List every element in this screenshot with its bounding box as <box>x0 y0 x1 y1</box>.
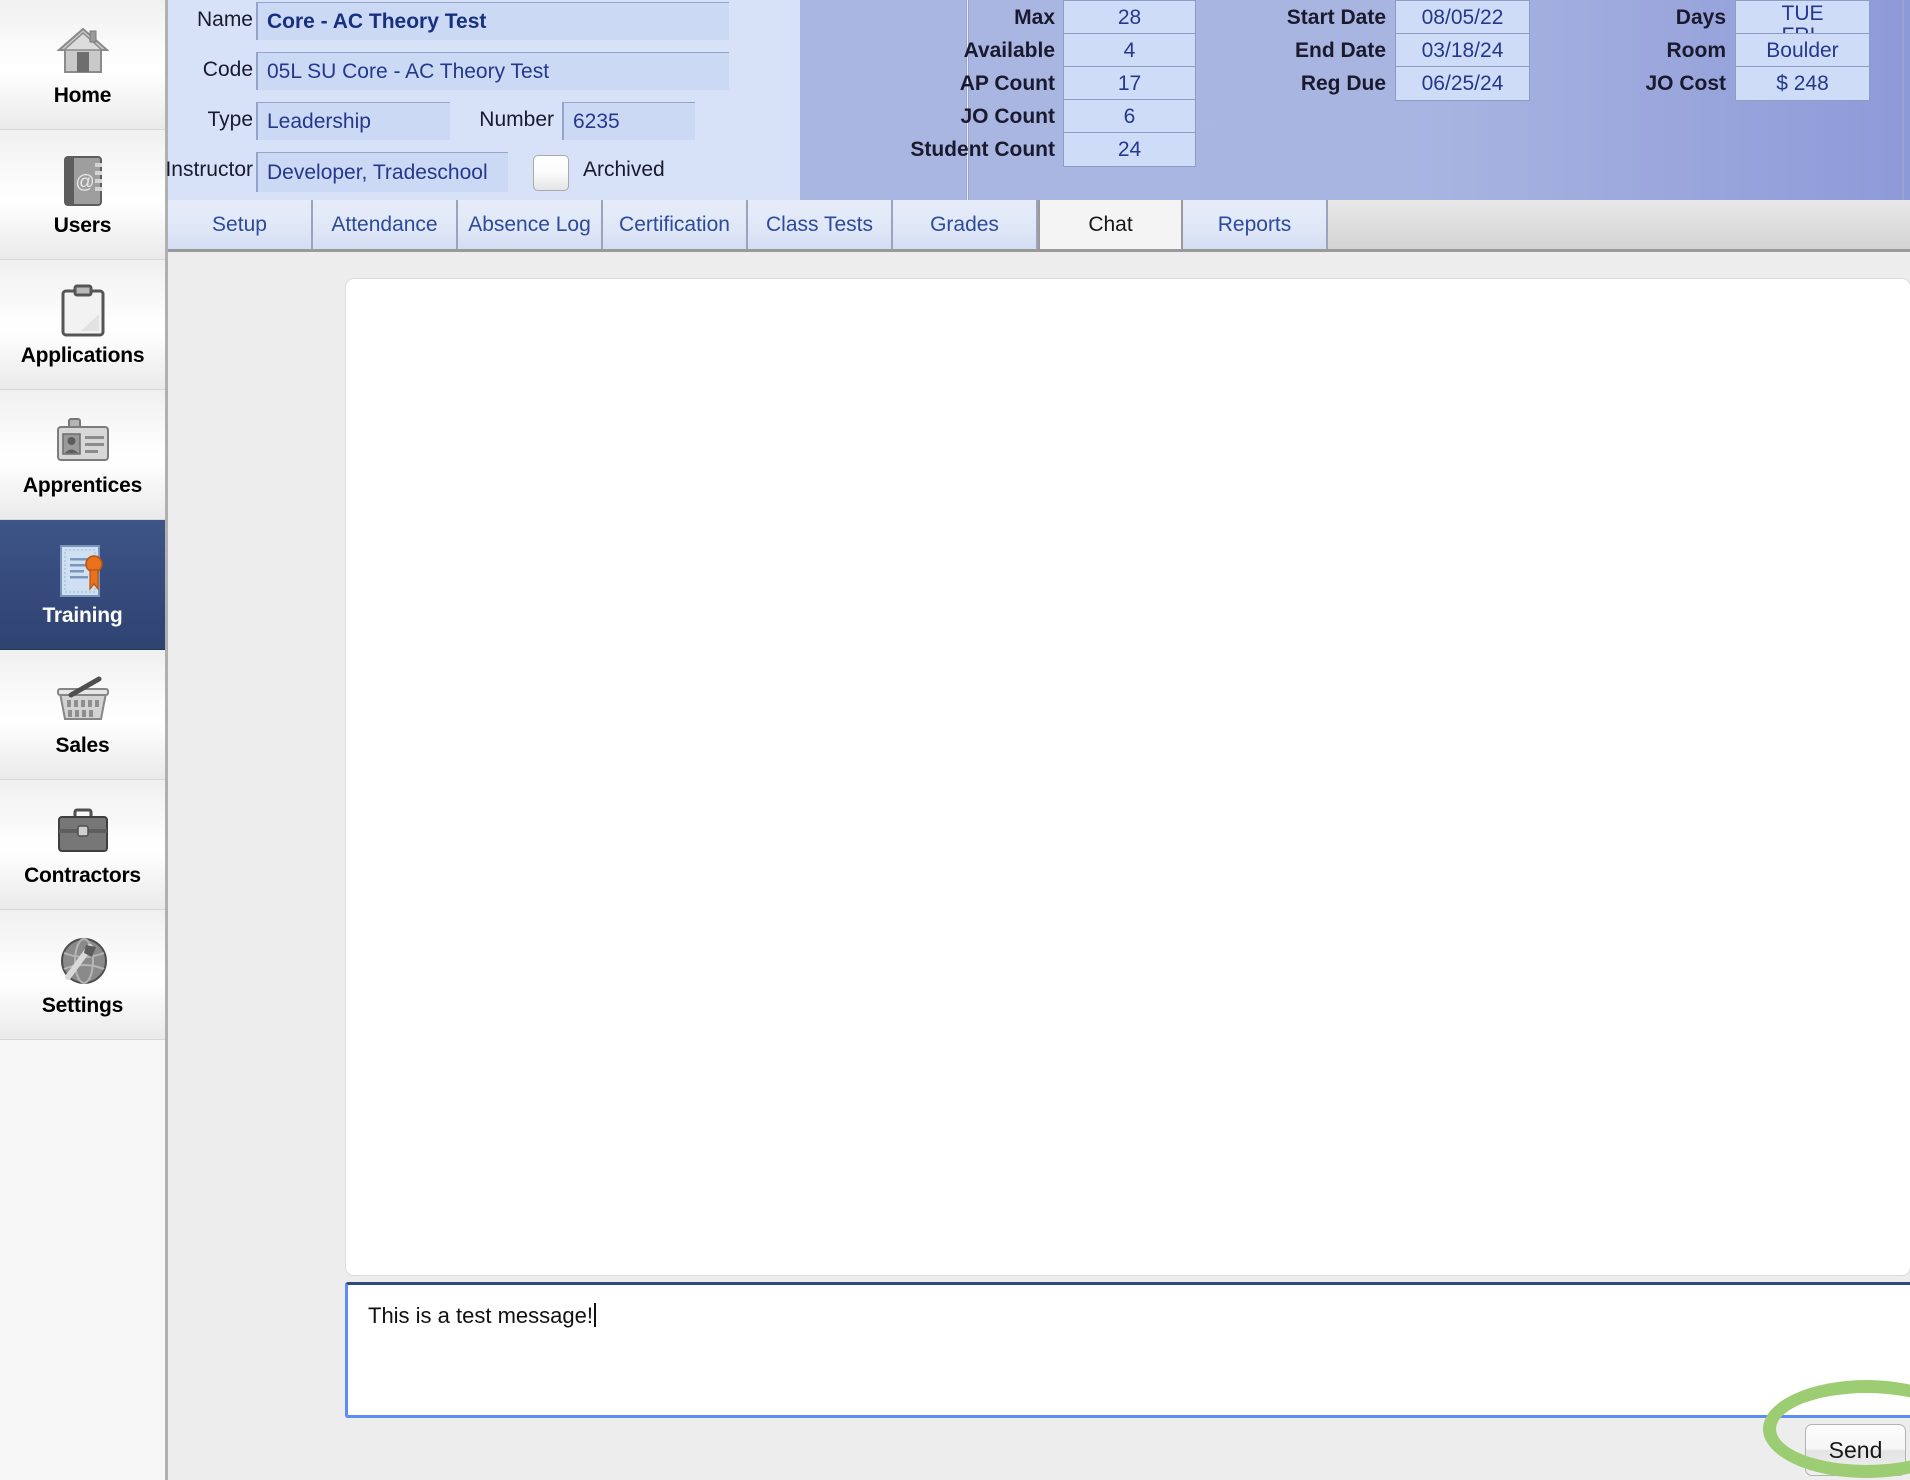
address-book-icon: @ <box>55 152 111 210</box>
end-date-value[interactable]: 03/18/24 <box>1395 33 1530 68</box>
number-label: Number <box>479 108 554 131</box>
tab-absence-log[interactable]: Absence Log <box>458 200 603 249</box>
archived-checkbox[interactable] <box>533 155 569 191</box>
tab-label: Chat <box>1088 212 1133 236</box>
instructor-label: Instructor <box>165 158 253 181</box>
max-value[interactable]: 28 <box>1063 0 1196 35</box>
code-field[interactable]: 05L SU Core - AC Theory Test <box>256 52 729 90</box>
tab-chat[interactable]: Chat <box>1038 200 1183 249</box>
type-field[interactable]: Leadership <box>256 102 450 140</box>
instructor-field[interactable]: Developer, Tradeschool <box>256 152 508 192</box>
chat-message-list[interactable] <box>345 278 1910 1276</box>
available-label: Available <box>963 39 1055 62</box>
sidebar-item-label: Training <box>42 603 123 627</box>
jo-count-value[interactable]: 6 <box>1063 99 1196 134</box>
days-value[interactable]: TUE FRI <box>1735 0 1870 35</box>
student-count-label: Student Count <box>910 138 1055 161</box>
main-sidebar: Home @ Users Applications Apprentices Tr… <box>0 0 168 1480</box>
panel-right-edge <box>1902 0 1904 200</box>
available-value[interactable]: 4 <box>1063 33 1196 68</box>
name-label: Name <box>196 8 253 31</box>
panel-divider <box>966 0 969 200</box>
sidebar-item-label: Home <box>53 83 112 107</box>
svg-text:@: @ <box>75 172 94 193</box>
archived-label: Archived <box>583 158 665 181</box>
sidebar-item-settings[interactable]: Settings <box>0 910 165 1040</box>
certificate-icon <box>55 542 111 600</box>
tab-label: Absence Log <box>468 212 591 236</box>
text-cursor <box>593 1303 596 1327</box>
tab-label: Attendance <box>331 212 438 236</box>
course-header: Name Core - AC Theory Test Code 05L SU C… <box>165 0 1910 200</box>
room-label: Room <box>1666 39 1727 62</box>
type-label: Type <box>207 108 253 131</box>
reg-due-value[interactable]: 06/25/24 <box>1395 66 1530 101</box>
globe-wrench-icon <box>55 932 111 990</box>
sidebar-item-label: Users <box>53 213 112 237</box>
reg-due-label: Reg Due <box>1300 72 1386 95</box>
max-label: Max <box>1014 6 1055 29</box>
send-button[interactable]: Send <box>1805 1424 1906 1476</box>
tab-bar: Setup Attendance Absence Log Certificati… <box>168 200 1910 252</box>
house-icon <box>55 22 111 80</box>
ap-count-label: AP Count <box>959 72 1055 95</box>
number-field[interactable]: 6235 <box>562 102 695 140</box>
tab-class-tests[interactable]: Class Tests <box>748 200 893 249</box>
sidebar-item-home[interactable]: Home <box>0 0 165 130</box>
course-summary-panel: Max 28 Available 4 AP Count 17 JO Count … <box>800 0 1910 200</box>
sidebar-item-label: Apprentices <box>22 473 143 497</box>
start-date-label: Start Date <box>1286 6 1386 29</box>
tab-reports[interactable]: Reports <box>1183 200 1328 249</box>
jo-count-label: JO Count <box>960 105 1056 128</box>
tab-setup[interactable]: Setup <box>168 200 313 249</box>
ap-count-value[interactable]: 17 <box>1063 66 1196 101</box>
sidebar-item-sales[interactable]: Sales <box>0 650 165 780</box>
briefcase-icon <box>55 802 111 860</box>
send-button-label: Send <box>1828 1436 1883 1463</box>
chat-message-input-value: This is a test message! <box>368 1303 593 1328</box>
room-value[interactable]: Boulder <box>1735 33 1870 68</box>
tab-grades[interactable]: Grades <box>893 200 1038 249</box>
tab-bar-filler <box>1328 200 1910 249</box>
course-detail-panel: Name Core - AC Theory Test Code 05L SU C… <box>165 0 800 200</box>
tab-label: Setup <box>212 212 267 236</box>
end-date-label: End Date <box>1294 39 1386 62</box>
code-label: Code <box>202 58 253 81</box>
tab-attendance[interactable]: Attendance <box>313 200 458 249</box>
tab-label: Certification <box>619 212 730 236</box>
chat-panel: This is a test message! Send <box>168 252 1910 1480</box>
shopping-basket-icon <box>55 672 111 730</box>
tab-certification[interactable]: Certification <box>603 200 748 249</box>
sidebar-item-applications[interactable]: Applications <box>0 260 165 390</box>
sidebar-item-label: Sales <box>55 733 110 757</box>
start-date-value[interactable]: 08/05/22 <box>1395 0 1530 35</box>
jo-cost-label: JO Cost <box>1645 72 1726 95</box>
clipboard-icon <box>55 282 111 340</box>
sidebar-item-training[interactable]: Training <box>0 520 165 650</box>
chat-message-input[interactable]: This is a test message! <box>345 1282 1910 1418</box>
sidebar-item-label: Applications <box>20 343 145 367</box>
tab-label: Grades <box>930 212 999 236</box>
id-badge-icon <box>55 412 111 470</box>
application-window: Home @ Users Applications Apprentices Tr… <box>0 0 1910 1480</box>
sidebar-item-label: Settings <box>41 993 124 1017</box>
sidebar-item-apprentices[interactable]: Apprentices <box>0 390 165 520</box>
name-field[interactable]: Core - AC Theory Test <box>256 2 729 40</box>
student-count-value[interactable]: 24 <box>1063 132 1196 167</box>
sidebar-item-users[interactable]: @ Users <box>0 130 165 260</box>
sidebar-item-label: Contractors <box>24 863 141 887</box>
jo-cost-value[interactable]: $ 248 <box>1735 66 1870 101</box>
sidebar-item-contractors[interactable]: Contractors <box>0 780 165 910</box>
tab-label: Reports <box>1217 212 1292 236</box>
days-label: Days <box>1675 6 1726 29</box>
tab-label: Class Tests <box>766 212 873 236</box>
